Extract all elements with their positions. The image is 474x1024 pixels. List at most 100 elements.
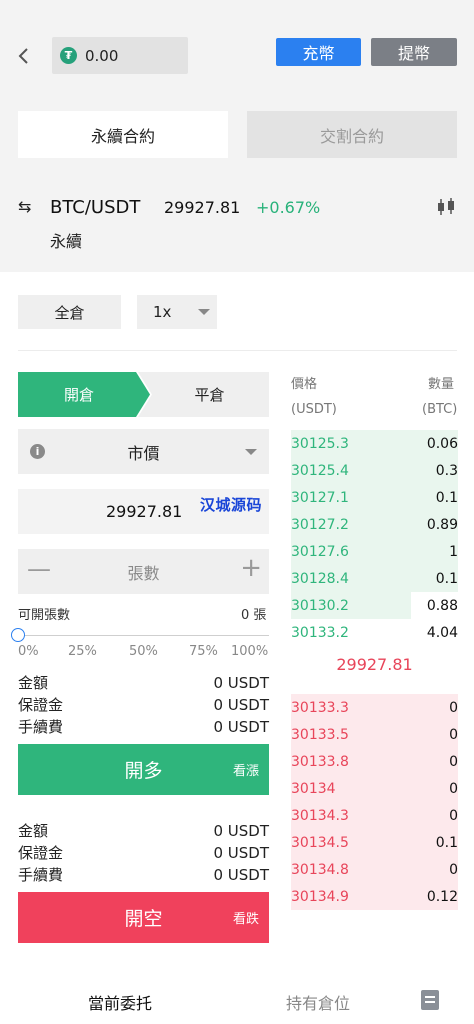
- ticker-price: 29927.81: [164, 198, 241, 217]
- orderbook-qty-unit: (BTC): [422, 402, 458, 417]
- price-value: 29927.81: [106, 502, 183, 521]
- bid-row[interactable]: 30127.6 1: [291, 538, 458, 565]
- balance-display: ₮ 0.00: [52, 37, 188, 74]
- ask-row[interactable]: 30133.8 0: [291, 748, 458, 775]
- ask-row[interactable]: 30134.5 0.1: [291, 829, 458, 856]
- bottom-tabs: 當前委托 持有倉位: [0, 975, 474, 1024]
- minus-icon[interactable]: —: [27, 555, 51, 583]
- document-icon[interactable]: [421, 990, 439, 1010]
- ask-price: 30134: [291, 780, 336, 797]
- tab-positions[interactable]: 持有倉位: [286, 990, 350, 1014]
- orderbook-mid-price: 29927.81: [336, 655, 413, 674]
- bid-row[interactable]: 30125.3 0.06: [291, 430, 458, 457]
- ask-row[interactable]: 30133.5 0: [291, 721, 458, 748]
- order-type-select[interactable]: i 市價: [18, 429, 269, 474]
- summary-value: 0 USDT: [213, 718, 269, 736]
- orderbook-price-header: 價格: [291, 377, 318, 392]
- summary-label: 保證金: [18, 844, 64, 862]
- open-short-label: 開空: [124, 908, 163, 930]
- summary-row: 手續費 0 USDT: [18, 716, 269, 738]
- summary-row: 手續費 0 USDT: [18, 864, 269, 886]
- percent-mark[interactable]: 25%: [68, 644, 97, 659]
- bearish-label: 看跌: [232, 912, 259, 927]
- summary-value: 0 USDT: [213, 696, 269, 714]
- ask-price: 30133.5: [291, 726, 349, 743]
- bid-price: 30125.4: [291, 462, 349, 479]
- summary-row: 金額 0 USDT: [18, 820, 269, 842]
- plus-icon[interactable]: +: [240, 553, 262, 583]
- ask-row[interactable]: 30134.9 0.12: [291, 883, 458, 910]
- summary-label: 金額: [18, 822, 49, 840]
- ask-qty: 0: [449, 699, 458, 716]
- orderbook-price-unit: (USDT): [291, 402, 337, 417]
- percent-mark[interactable]: 100%: [231, 644, 268, 659]
- back-arrow-icon[interactable]: [14, 44, 34, 68]
- percent-mark[interactable]: 50%: [129, 644, 158, 659]
- deposit-button[interactable]: 充幣: [276, 38, 361, 66]
- ask-price: 30133.3: [291, 699, 349, 716]
- tab-delivery[interactable]: 交割合約: [247, 111, 457, 158]
- chevron-down-icon: [198, 309, 210, 315]
- bid-qty: 0.88: [426, 597, 458, 614]
- summary-value: 0 USDT: [213, 844, 269, 862]
- withdraw-button[interactable]: 提幣: [371, 38, 457, 66]
- ask-qty: 0: [449, 726, 458, 743]
- chevron-down-icon: [245, 449, 257, 455]
- margin-mode-button[interactable]: 全倉: [18, 295, 121, 329]
- slider-handle[interactable]: [11, 628, 25, 642]
- bid-price: 30127.2: [291, 516, 349, 533]
- bid-price: 30133.2: [291, 624, 349, 641]
- bullish-label: 看漲: [232, 764, 259, 779]
- percent-mark[interactable]: 75%: [189, 644, 218, 659]
- summary-label: 手續費: [18, 718, 64, 736]
- open-position-tab[interactable]: 開倉: [18, 372, 150, 417]
- bid-row[interactable]: 30130.2 0.88: [291, 592, 458, 619]
- balance-value: 0.00: [85, 46, 119, 65]
- open-close-switch[interactable]: 平倉 開倉: [18, 372, 269, 417]
- bid-qty: 1: [449, 543, 458, 560]
- bid-qty: 0.89: [426, 516, 458, 533]
- orderbook-qty-header: 數量: [428, 377, 455, 392]
- ask-price: 30134.5: [291, 834, 349, 851]
- ask-row[interactable]: 30134.3 0: [291, 802, 458, 829]
- bid-row[interactable]: 30127.2 0.89: [291, 511, 458, 538]
- watermark-text: 汉城源码: [200, 496, 263, 514]
- ask-row[interactable]: 30133.3 0: [291, 694, 458, 721]
- bid-qty: 0.1: [435, 489, 458, 506]
- tab-current-orders[interactable]: 當前委托: [88, 990, 152, 1014]
- order-type-value: 市價: [127, 443, 160, 463]
- ask-qty: 0: [449, 780, 458, 797]
- ticker-change: +0.67%: [256, 198, 321, 217]
- ask-price: 30134.3: [291, 807, 349, 824]
- quantity-stepper[interactable]: — 張數 +: [18, 549, 269, 594]
- amount-slider[interactable]: [18, 635, 269, 636]
- available-value: 0 張: [241, 608, 267, 623]
- pair-name[interactable]: BTC/USDT: [50, 197, 140, 218]
- candlestick-chart-icon[interactable]: [434, 196, 458, 218]
- info-icon[interactable]: i: [30, 444, 45, 459]
- bid-row[interactable]: 30133.2 4.04: [291, 619, 458, 646]
- ask-row[interactable]: 30134 0: [291, 775, 458, 802]
- tab-perpetual[interactable]: 永續合約: [18, 111, 228, 158]
- open-long-button[interactable]: 開多 看漲: [18, 744, 269, 795]
- bid-row[interactable]: 30128.4 0.1: [291, 565, 458, 592]
- short-summary: 金額 0 USDT 保證金 0 USDT 手續費 0 USDT: [18, 820, 269, 886]
- pair-type: 永續: [50, 232, 83, 251]
- open-long-label: 開多: [124, 760, 163, 782]
- bid-price: 30128.4: [291, 570, 349, 587]
- close-position-tab[interactable]: 平倉: [138, 372, 269, 417]
- percent-mark[interactable]: 0%: [18, 644, 39, 659]
- open-short-button[interactable]: 開空 看跌: [18, 892, 269, 943]
- quantity-placeholder: 張數: [127, 563, 160, 583]
- bid-price: 30125.3: [291, 435, 349, 452]
- bid-row[interactable]: 30125.4 0.3: [291, 457, 458, 484]
- bid-row[interactable]: 30127.1 0.1: [291, 484, 458, 511]
- summary-label: 手續費: [18, 866, 64, 884]
- ask-price: 30133.8: [291, 753, 349, 770]
- leverage-select[interactable]: 1x: [137, 295, 217, 329]
- bid-qty: 0.1: [435, 570, 458, 587]
- ask-row[interactable]: 30134.8 0: [291, 856, 458, 883]
- divider: [18, 350, 457, 351]
- swap-pair-icon[interactable]: ⇆: [18, 197, 31, 216]
- summary-label: 保證金: [18, 696, 64, 714]
